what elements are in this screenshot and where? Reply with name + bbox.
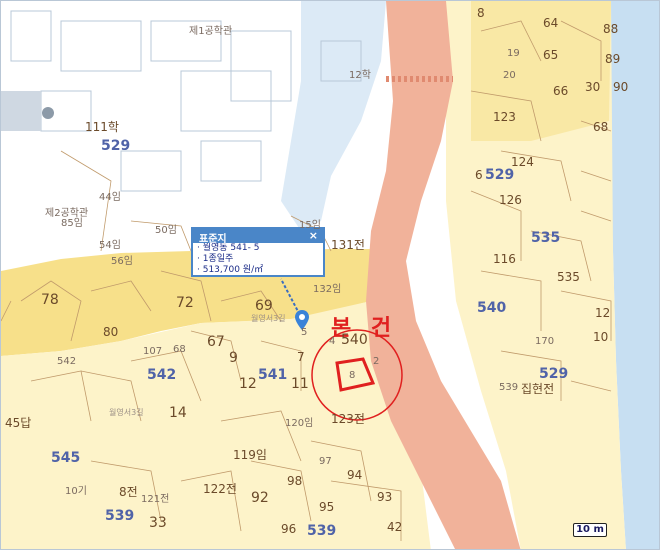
parcel-label: 126 [499, 193, 522, 207]
block-number: 529 [485, 167, 515, 183]
parcel-label: 9 [229, 350, 238, 366]
parcel-label: 56임 [111, 256, 133, 267]
parcel-label: 7 [297, 350, 305, 364]
parcel-label: 539 [499, 382, 519, 393]
parcel-label: 123 [493, 110, 516, 124]
parcel-label: 44임 [99, 192, 121, 203]
block-number: 529 [539, 366, 569, 382]
parcel-label: 12 [595, 306, 611, 320]
parcel-label: 8전 [119, 485, 138, 499]
block-number: 539 [307, 523, 337, 539]
parcel-label: 12학 [349, 70, 371, 81]
block-number: 540 [477, 300, 507, 316]
parcel-label: 42 [387, 520, 403, 534]
parcel-label: 107 [143, 346, 163, 357]
road-label: 월영서3길 [109, 408, 144, 417]
parcel-label: 535 [557, 270, 580, 284]
parcel-label: 132임 [313, 284, 342, 295]
block-number: 529 [101, 138, 131, 154]
parcel-label: 10기 [65, 486, 87, 497]
parcel-label: 121전 [141, 494, 170, 505]
parcel-label: 85임 [61, 218, 83, 229]
parcel-label: 95 [319, 500, 335, 514]
parcel-label: 19 [507, 48, 520, 59]
parcel-label: 50임 [155, 225, 177, 236]
parcel-label: 67 [207, 334, 225, 350]
popup-price: · 513,700 원/㎡ [197, 265, 264, 275]
parcel-label: 131전 [331, 238, 365, 252]
parcel-label: 12 [239, 376, 257, 392]
parcel-label: 8 [349, 370, 356, 381]
parcel-label: 64 [543, 16, 559, 30]
parcel-label: 66 [553, 84, 569, 98]
parcel-label: 72 [176, 295, 194, 311]
parcel-label: 119임 [233, 448, 267, 462]
parcel-label: 11 [291, 376, 309, 392]
parcel-label: 30 [585, 80, 601, 94]
parcel-label: 80 [103, 325, 119, 339]
map-view[interactable]: 표준지 × · 월영동 541- 5 · 1종일주 · 513,700 원/㎡ … [0, 0, 660, 550]
parcel-label: 14 [169, 405, 187, 421]
parcel-label: 93 [377, 490, 393, 504]
block-number: 539 [105, 508, 135, 524]
scale-bar: 10 m [573, 523, 607, 537]
parcel-label: 69 [255, 298, 273, 314]
parcel-label: 68 [173, 344, 186, 355]
parcel-label: 97 [319, 456, 332, 467]
popup-zoning: · 1종일주 [197, 254, 234, 264]
parcel-label: 92 [251, 490, 269, 506]
parcel-label: 20 [503, 70, 516, 81]
popup-header: 표준지 × [193, 229, 323, 245]
building-label: 집현전 [521, 382, 555, 396]
parcel-label: 170 [535, 336, 555, 347]
parcel-label: 123전 [331, 412, 365, 426]
parcel-label: 2 [373, 356, 380, 367]
parcel-label: 65 [543, 48, 559, 62]
parcel-label: 88 [603, 22, 619, 36]
parcel-label: 96 [281, 522, 297, 536]
parcel-label: 542 [57, 356, 77, 367]
parcel-label: 54임 [99, 240, 121, 251]
parcel-label: 68 [593, 120, 609, 134]
parcel-label: 15임 [299, 220, 321, 231]
parcel-label: 122전 [203, 482, 237, 496]
parcel-label: 5 [301, 327, 308, 338]
parcel-label: 78 [41, 292, 59, 308]
block-number: 542 [147, 367, 177, 383]
parcel-label: 89 [605, 52, 621, 66]
parcel-label: 124 [511, 155, 534, 169]
block-number: 545 [51, 450, 81, 466]
parcel-label: 10 [593, 330, 609, 344]
standard-land-popup: 표준지 × · 월영동 541- 5 · 1종일주 · 513,700 원/㎡ [191, 227, 325, 277]
popup-title: 표준지 [199, 234, 227, 245]
parcel-label: 33 [149, 515, 167, 531]
parcel-label: 8 [477, 6, 485, 20]
parcel-label: 111학 [85, 120, 119, 134]
road-label: 월영서3길 [251, 314, 286, 323]
parcel-label: 6 [475, 168, 483, 182]
parcel-label: 45답 [5, 416, 32, 430]
parcel-label: 120임 [285, 418, 314, 429]
parcel-label: 98 [287, 474, 303, 488]
parcel-label: 94 [347, 468, 363, 482]
parcel-label: 4 [329, 336, 336, 347]
building-label: 제1공학관 [189, 26, 233, 37]
parcel-label: 90 [613, 80, 629, 94]
block-number: 541 [258, 367, 288, 383]
block-number: 535 [531, 230, 561, 246]
parcel-label: 540 [341, 332, 368, 348]
parcel-label: 116 [493, 252, 516, 266]
